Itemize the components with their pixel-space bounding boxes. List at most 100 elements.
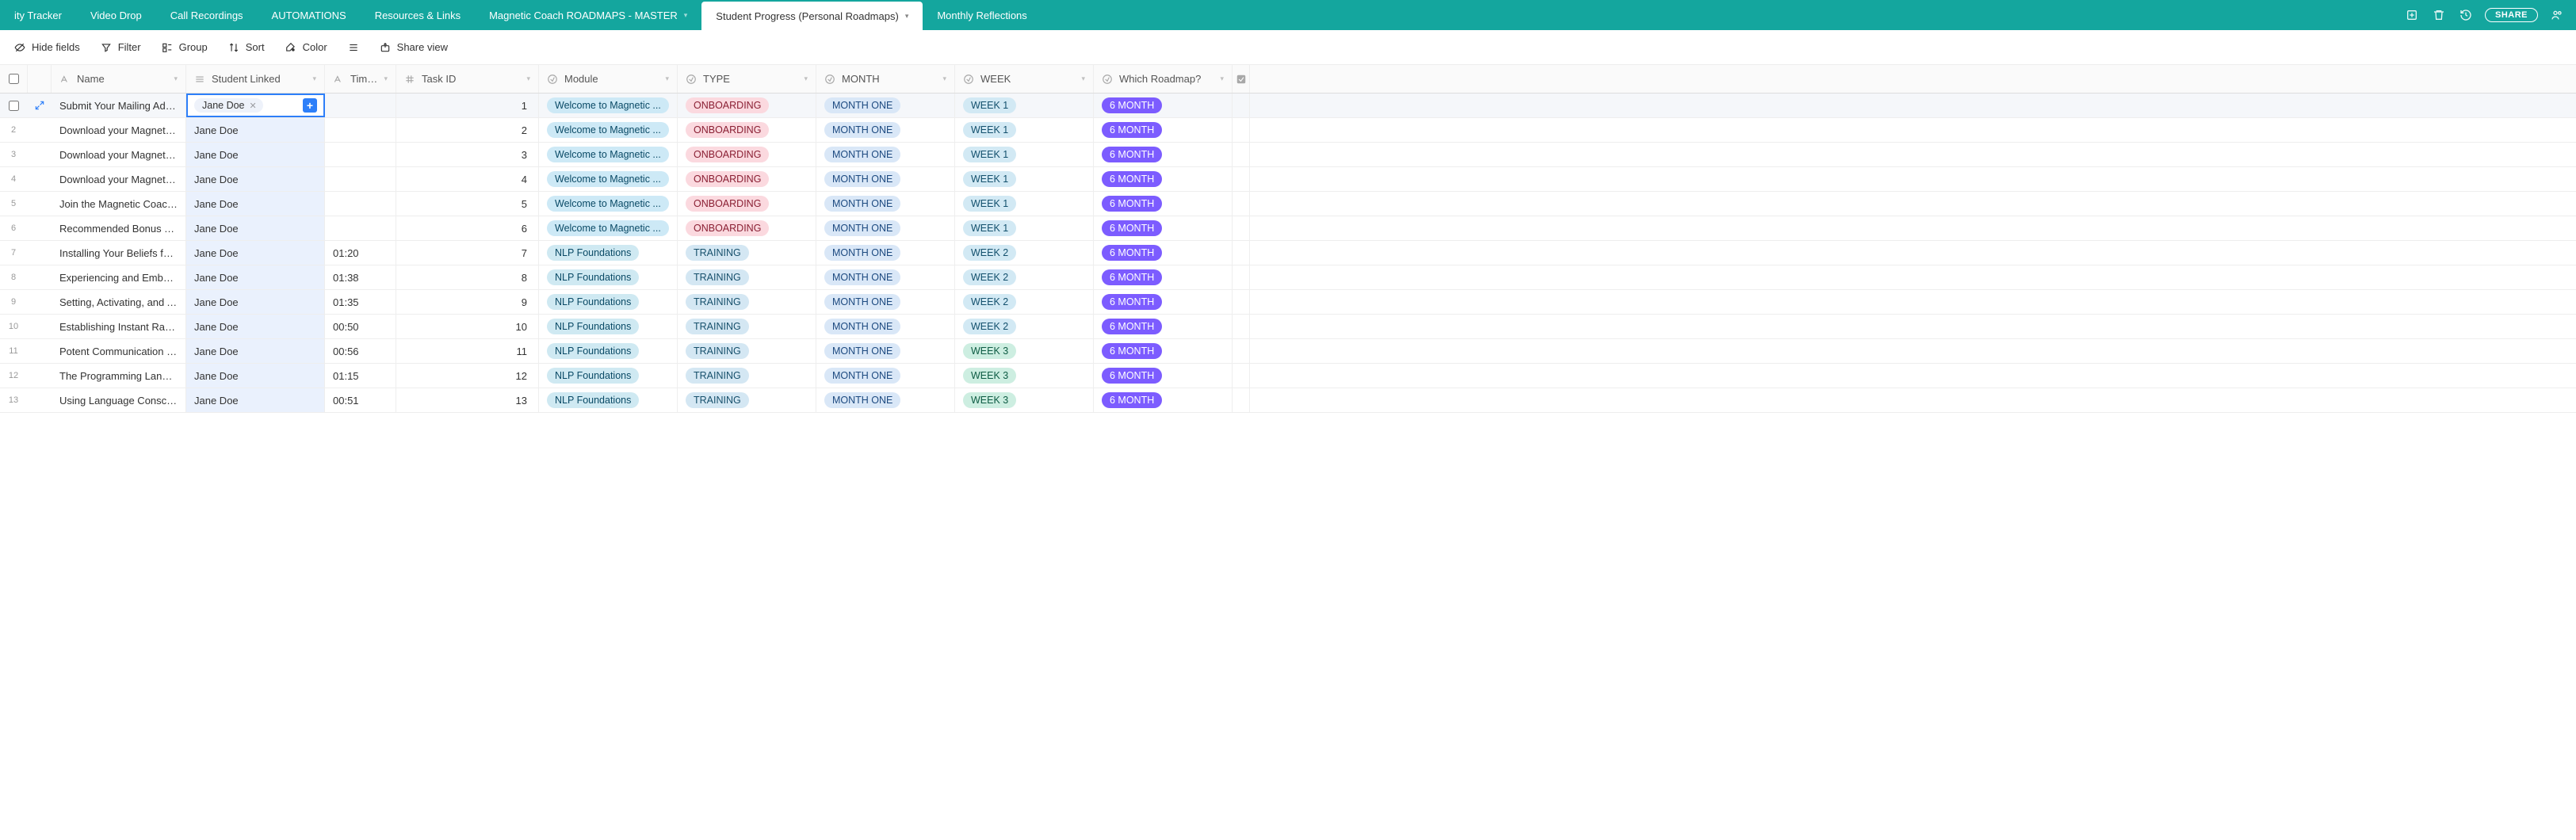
cell-task[interactable]: 6 [396,216,539,240]
cell-checkbox[interactable] [1233,388,1250,412]
cell-month[interactable]: MONTH ONE [816,315,955,338]
cell-time[interactable] [325,167,396,191]
cell-time[interactable] [325,143,396,166]
expand-record-button[interactable] [28,339,52,363]
linked-record-chip[interactable]: Jane Doe✕ [194,98,263,113]
cell-week[interactable]: WEEK 3 [955,339,1094,363]
tab-3[interactable]: AUTOMATIONS [258,0,361,30]
cell-roadmap[interactable]: 6 MONTH [1094,118,1233,142]
cell-type[interactable]: TRAINING [678,290,816,314]
expand-record-button[interactable] [28,94,52,117]
add-link-button[interactable]: + [303,98,317,113]
expand-record-button[interactable] [28,143,52,166]
chevron-down-icon[interactable]: ▾ [1081,74,1085,83]
cell-roadmap[interactable]: 6 MONTH [1094,167,1233,191]
cell-type[interactable]: TRAINING [678,339,816,363]
column-header-time[interactable]: Time ...▾ [325,65,396,93]
cell-month[interactable]: MONTH ONE [816,364,955,388]
cell-module[interactable]: NLP Foundations [539,339,678,363]
chevron-down-icon[interactable]: ▾ [684,11,688,20]
column-header-roadmap[interactable]: Which Roadmap?▾ [1094,65,1233,93]
cell-roadmap[interactable]: 6 MONTH [1094,315,1233,338]
column-header-week[interactable]: WEEK▾ [955,65,1094,93]
cell-time[interactable]: 00:50 [325,315,396,338]
chevron-down-icon[interactable]: ▾ [384,74,388,83]
column-header-name[interactable]: Name▾ [52,65,186,93]
cell-time[interactable]: 00:56 [325,339,396,363]
cell-task[interactable]: 8 [396,265,539,289]
tab-7[interactable]: Monthly Reflections [923,0,1041,30]
tab-2[interactable]: Call Recordings [156,0,258,30]
cell-name[interactable]: Establishing Instant Rapp... [52,315,186,338]
tab-1[interactable]: Video Drop [76,0,156,30]
table-row[interactable]: 3Download your Magnetic ...Jane Doe3Welc… [0,143,2576,167]
table-row[interactable]: 11Potent Communication C...Jane Doe00:56… [0,339,2576,364]
cell-week[interactable]: WEEK 1 [955,143,1094,166]
expand-record-button[interactable] [28,118,52,142]
cell-type[interactable]: TRAINING [678,265,816,289]
cell-student[interactable]: Jane Doe [186,364,325,388]
cell-name[interactable]: Download your Magnetic ... [52,143,186,166]
cell-module[interactable]: Welcome to Magnetic ... [539,143,678,166]
cell-student[interactable]: Jane Doe [186,241,325,265]
row-number[interactable]: 13 [0,388,28,412]
table-row[interactable]: 12The Programming Langua...Jane Doe01:15… [0,364,2576,388]
row-number[interactable]: 9 [0,290,28,314]
column-header-task[interactable]: Task ID▾ [396,65,539,93]
share-button[interactable]: SHARE [2485,8,2538,22]
cell-month[interactable]: MONTH ONE [816,265,955,289]
history-icon[interactable] [2458,7,2474,23]
expand-record-button[interactable] [28,216,52,240]
row-number[interactable]: 8 [0,265,28,289]
cell-type[interactable]: TRAINING [678,241,816,265]
cell-time[interactable]: 00:51 [325,388,396,412]
cell-student[interactable]: Jane Doe [186,265,325,289]
column-header-month[interactable]: MONTH▾ [816,65,955,93]
hide-fields-button[interactable]: Hide fields [6,36,88,58]
expand-record-button[interactable] [28,192,52,216]
cell-type[interactable]: TRAINING [678,388,816,412]
cell-checkbox[interactable] [1233,290,1250,314]
cell-checkbox[interactable] [1233,192,1250,216]
cell-type[interactable]: ONBOARDING [678,216,816,240]
cell-student[interactable]: Jane Doe [186,339,325,363]
expand-record-button[interactable] [28,241,52,265]
cell-week[interactable]: WEEK 3 [955,364,1094,388]
cell-week[interactable]: WEEK 2 [955,290,1094,314]
column-header-module[interactable]: Module▾ [539,65,678,93]
cell-month[interactable]: MONTH ONE [816,241,955,265]
cell-name[interactable]: Using Language Conscio... [52,388,186,412]
row-number[interactable]: 6 [0,216,28,240]
cell-task[interactable]: 4 [396,167,539,191]
cell-module[interactable]: Welcome to Magnetic ... [539,118,678,142]
cell-checkbox[interactable] [1233,241,1250,265]
cell-month[interactable]: MONTH ONE [816,216,955,240]
cell-student[interactable]: Jane Doe✕ + [186,94,325,117]
cell-month[interactable]: MONTH ONE [816,118,955,142]
cell-type[interactable]: ONBOARDING [678,94,816,117]
cell-student[interactable]: Jane Doe [186,167,325,191]
cell-type[interactable]: ONBOARDING [678,192,816,216]
cell-name[interactable]: Submit Your Mailing Addr... [52,94,186,117]
chevron-down-icon[interactable]: ▾ [804,74,808,83]
tab-0[interactable]: ity Tracker [0,0,76,30]
cell-student[interactable]: Jane Doe [186,216,325,240]
cell-roadmap[interactable]: 6 MONTH [1094,290,1233,314]
cell-checkbox[interactable] [1233,315,1250,338]
cell-task[interactable]: 3 [396,143,539,166]
tab-5[interactable]: Magnetic Coach ROADMAPS - MASTER▾ [475,0,701,30]
cell-checkbox[interactable] [1233,339,1250,363]
chevron-down-icon[interactable]: ▾ [174,74,178,83]
cell-type[interactable]: ONBOARDING [678,143,816,166]
cell-task[interactable]: 10 [396,315,539,338]
cell-module[interactable]: Welcome to Magnetic ... [539,167,678,191]
chevron-down-icon[interactable]: ▾ [905,12,909,21]
cell-task[interactable]: 9 [396,290,539,314]
cell-name[interactable]: Recommended Bonus Tra... [52,216,186,240]
cell-time[interactable]: 01:15 [325,364,396,388]
chevron-down-icon[interactable]: ▾ [665,74,669,83]
cell-name[interactable]: Potent Communication C... [52,339,186,363]
row-number[interactable]: 3 [0,143,28,166]
cell-student[interactable]: Jane Doe [186,388,325,412]
cell-checkbox[interactable] [1233,265,1250,289]
